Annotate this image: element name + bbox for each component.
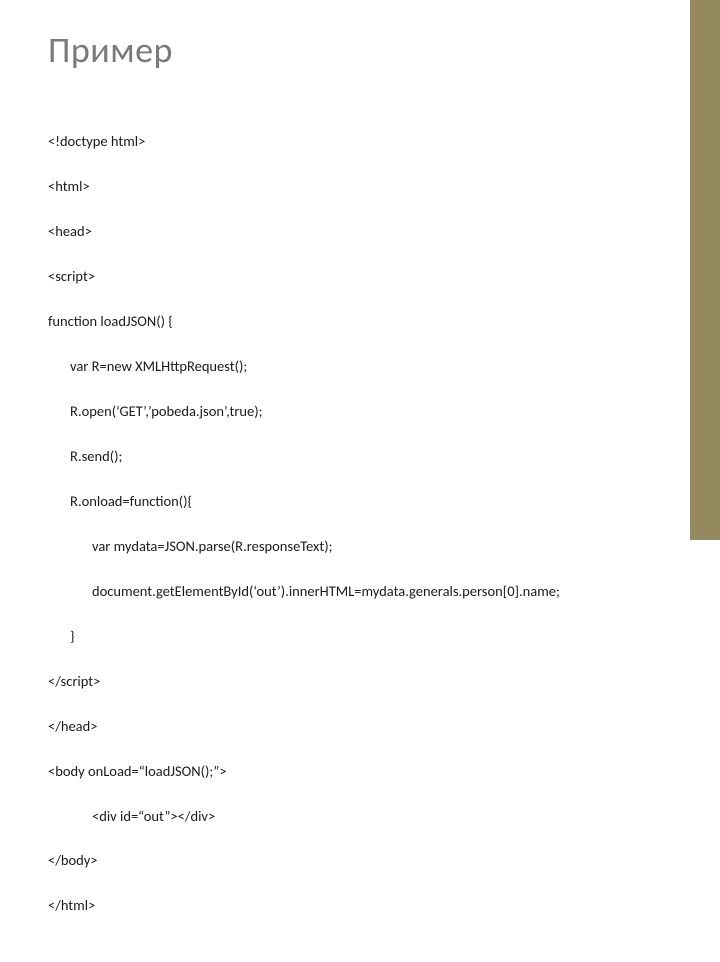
code-block: <!doctype html> <html> <head> <script> f… bbox=[48, 108, 650, 962]
code-line: document.getElementById(‘out’).innerHTML… bbox=[48, 580, 650, 602]
slide-title: Пример bbox=[48, 28, 650, 72]
slide-content: Пример <!doctype html> <html> <head> <sc… bbox=[0, 0, 690, 540]
code-line: } bbox=[48, 625, 650, 647]
code-line: <html> bbox=[48, 175, 650, 197]
code-line: function loadJSON() { bbox=[48, 310, 650, 332]
code-line: R.open(‘GET’,’pobeda.json’,true); bbox=[48, 400, 650, 422]
code-line: </head> bbox=[48, 715, 650, 737]
code-line: <body onLoad=“loadJSON();”> bbox=[48, 760, 650, 782]
code-line: var mydata=JSON.parse(R.responseText); bbox=[48, 535, 650, 557]
code-line: <!doctype html> bbox=[48, 130, 650, 152]
code-line: </body> bbox=[48, 849, 650, 871]
code-line: R.onload=function(){ bbox=[48, 490, 650, 512]
code-line: </html> bbox=[48, 894, 650, 916]
code-line: </script> bbox=[48, 670, 650, 692]
code-line: var R=new XMLHttpRequest(); bbox=[48, 355, 650, 377]
code-line: <div id=“out”></div> bbox=[48, 805, 650, 827]
accent-bar bbox=[690, 0, 720, 540]
code-line: <script> bbox=[48, 265, 650, 287]
code-line: R.send(); bbox=[48, 445, 650, 467]
code-line: <head> bbox=[48, 220, 650, 242]
